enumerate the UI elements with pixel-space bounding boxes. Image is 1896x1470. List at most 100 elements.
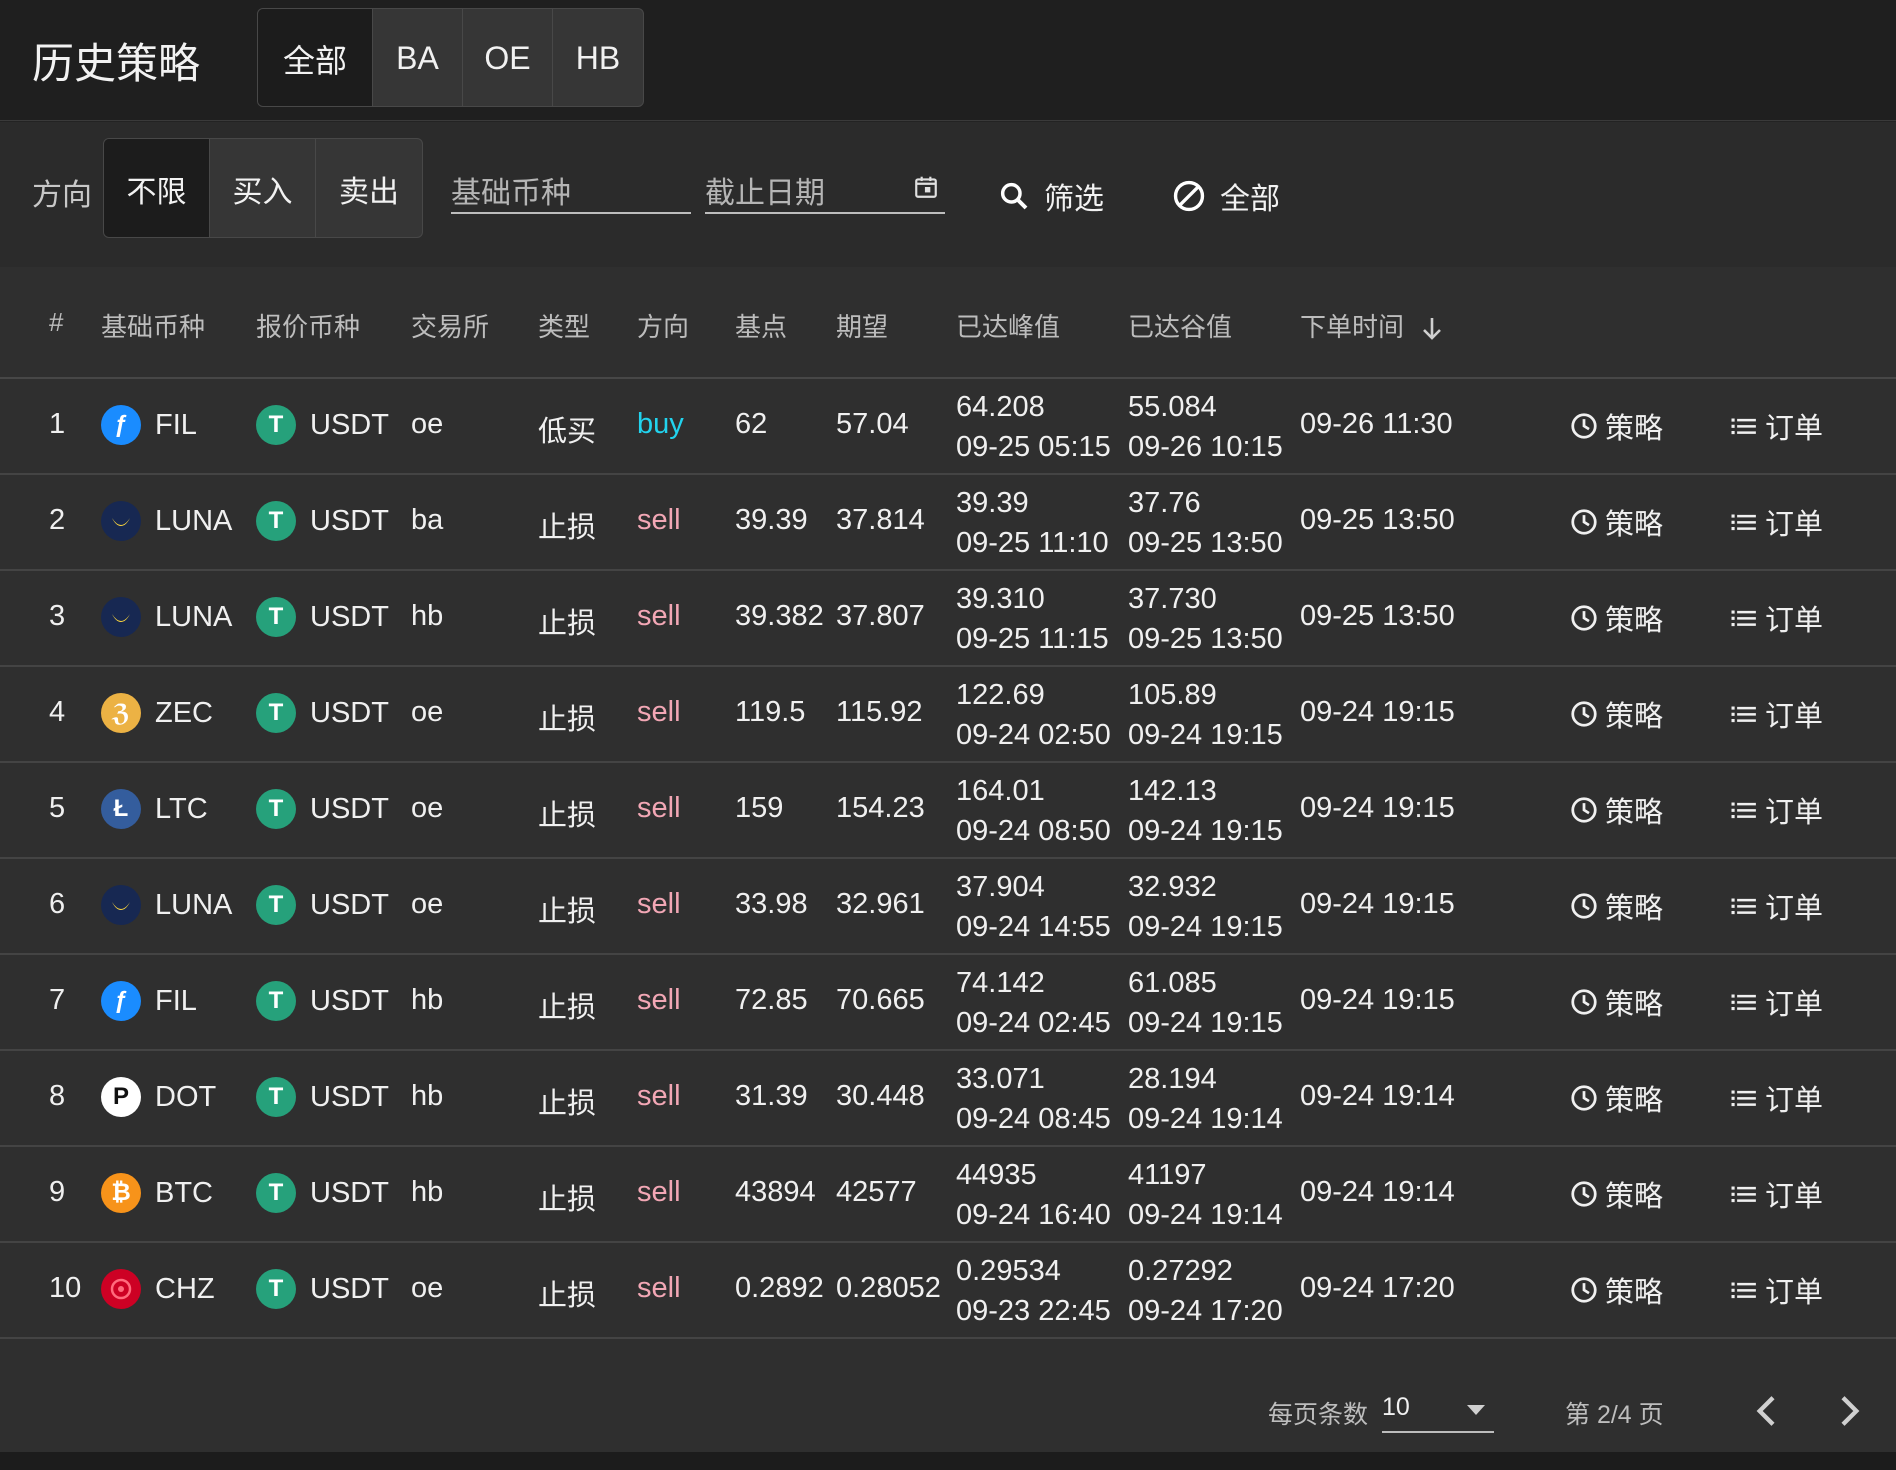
order-link[interactable]: 订单 xyxy=(1729,981,1823,1023)
tab-exchange-ba[interactable]: BA xyxy=(373,9,463,106)
page-info: 第 2/4 页 xyxy=(1565,1401,1664,1429)
tab-exchange-hb[interactable]: HB xyxy=(553,9,643,106)
base-point-cell: 0.2892 xyxy=(735,1272,824,1304)
page-size-select[interactable]: 10 xyxy=(1382,1393,1494,1433)
strategy-link[interactable]: 策略 xyxy=(1569,1269,1663,1311)
deadline-placeholder: 截止日期 xyxy=(705,177,825,210)
clear-filter-button[interactable]: 全部 xyxy=(1172,174,1280,218)
page-size-label: 每页条数 xyxy=(1268,1401,1369,1429)
order-link[interactable]: 订单 xyxy=(1729,405,1823,447)
quote-coin-cell: T USDT xyxy=(256,885,389,925)
tether-icon: T xyxy=(256,1269,296,1309)
list-icon xyxy=(1731,994,1756,1011)
trough-cell: 105.89 09-24 19:15 xyxy=(1128,675,1283,755)
order-link[interactable]: 订单 xyxy=(1729,1269,1823,1311)
trough-time: 09-26 10:15 xyxy=(1128,431,1283,463)
strategy-link[interactable]: 策略 xyxy=(1569,693,1663,735)
order-link[interactable]: 订单 xyxy=(1729,1077,1823,1119)
strategy-link[interactable]: 策略 xyxy=(1569,789,1663,831)
trough-cell: 28.194 09-24 19:14 xyxy=(1128,1059,1283,1139)
strategy-link[interactable]: 策略 xyxy=(1569,885,1663,927)
base-coin-name: DOT xyxy=(155,1080,217,1113)
direction-cell: sell xyxy=(637,1176,681,1208)
trough-value: 37.730 xyxy=(1128,583,1217,615)
base-coin-cell: LUNA xyxy=(101,885,232,925)
peak-time: 09-23 22:45 xyxy=(956,1295,1111,1327)
block-icon xyxy=(1173,180,1205,212)
expected-cell: 30.448 xyxy=(836,1080,925,1112)
quote-coin-name: USDT xyxy=(310,792,389,825)
tab-exchange-all[interactable]: 全部 xyxy=(258,9,373,106)
tether-icon: T xyxy=(256,501,296,541)
quote-coin-cell: T USDT xyxy=(256,501,389,541)
strategy-link[interactable]: 策略 xyxy=(1569,501,1663,543)
peak-cell: 0.29534 09-23 22:45 xyxy=(956,1251,1111,1331)
trough-cell: 61.085 09-24 19:15 xyxy=(1128,963,1283,1043)
filter-bar: 方向 不限 买入 卖出 基础币种 截止日期 筛选 全部 xyxy=(0,122,1896,267)
top-bar: 历史策略 全部 BA OE HB xyxy=(0,0,1896,121)
strategy-link[interactable]: 策略 xyxy=(1569,405,1663,447)
zcash-icon: ℨ xyxy=(101,693,141,733)
table-row: 8 P DOT T USDT hb 止损 sell 31.39 30.448 33.071 09-24… xyxy=(0,1051,1896,1147)
strategy-link[interactable]: 策略 xyxy=(1569,597,1663,639)
direction-cell: buy xyxy=(637,408,684,440)
exchange-cell: oe xyxy=(411,792,444,824)
terra-luna-icon xyxy=(101,597,141,637)
direction-cell: sell xyxy=(637,696,681,728)
tab-direction-sell[interactable]: 卖出 xyxy=(316,139,422,237)
tether-icon: T xyxy=(256,1173,296,1213)
order-link[interactable]: 订单 xyxy=(1729,789,1823,831)
quote-coin-cell: T USDT xyxy=(256,981,389,1021)
peak-time: 09-24 02:45 xyxy=(956,1007,1111,1039)
tab-direction-any[interactable]: 不限 xyxy=(104,139,210,237)
col-trough: 已达谷值 xyxy=(1128,312,1233,342)
trough-value: 41197 xyxy=(1128,1159,1207,1191)
strategy-link[interactable]: 策略 xyxy=(1569,981,1663,1023)
list-icon xyxy=(1731,514,1756,531)
peak-cell: 44935 09-24 16:40 xyxy=(956,1155,1111,1235)
type-cell: 止损 xyxy=(538,992,597,1024)
table-row: 9 ₿ BTC T USDT hb 止损 sell 43894 42577 44935 09-24 1… xyxy=(0,1147,1896,1243)
strategy-link[interactable]: 策略 xyxy=(1569,1077,1663,1119)
order-link[interactable]: 订单 xyxy=(1729,693,1823,735)
peak-value: 39.39 xyxy=(956,487,1029,519)
col-index: # xyxy=(49,307,64,337)
calendar-icon[interactable] xyxy=(913,174,939,200)
base-coin-input[interactable]: 基础币种 xyxy=(451,168,691,214)
base-point-cell: 33.98 xyxy=(735,888,808,920)
base-coin-cell: ℨ ZEC xyxy=(101,693,213,733)
col-order-time[interactable]: 下单时间 xyxy=(1300,307,1443,344)
arrow-down-icon[interactable] xyxy=(1421,316,1443,342)
peak-value: 164.01 xyxy=(956,775,1045,807)
peak-value: 39.310 xyxy=(956,583,1045,615)
base-coin-cell: ƒ FIL xyxy=(101,405,197,445)
quote-coin-cell: T USDT xyxy=(256,1173,389,1213)
base-coin-placeholder: 基础币种 xyxy=(451,177,571,210)
peak-time: 09-25 05:15 xyxy=(956,431,1111,463)
filter-button[interactable]: 筛选 xyxy=(998,174,1104,218)
trough-value: 142.13 xyxy=(1128,775,1217,807)
direction-cell: sell xyxy=(637,792,681,824)
strategy-table: # 基础币种 报价币种 交易所 类型 方向 基点 期望 已达峰值 已达谷值 下单… xyxy=(0,267,1896,1452)
order-link[interactable]: 订单 xyxy=(1729,501,1823,543)
quote-coin-name: USDT xyxy=(310,984,389,1017)
order-link[interactable]: 订单 xyxy=(1729,597,1823,639)
order-link[interactable]: 订单 xyxy=(1729,885,1823,927)
tab-direction-buy[interactable]: 买入 xyxy=(210,139,316,237)
col-direction: 方向 xyxy=(637,312,690,342)
tab-exchange-oe[interactable]: OE xyxy=(463,9,553,106)
expected-cell: 32.961 xyxy=(836,888,925,920)
tether-icon-glyph: T xyxy=(268,1179,284,1206)
strategy-link-label: 策略 xyxy=(1605,1085,1664,1117)
order-link-label: 订单 xyxy=(1765,413,1824,445)
strategy-link[interactable]: 策略 xyxy=(1569,1173,1663,1215)
order-time-cell: 09-24 19:15 xyxy=(1300,984,1455,1016)
list-icon xyxy=(1731,802,1756,819)
base-coin-cell: LUNA xyxy=(101,501,232,541)
next-page-icon[interactable] xyxy=(1828,1391,1868,1431)
peak-time: 09-24 08:45 xyxy=(956,1103,1111,1135)
deadline-date-input[interactable]: 截止日期 xyxy=(705,168,945,214)
prev-page-icon[interactable] xyxy=(1748,1391,1788,1431)
exchange-cell: oe xyxy=(411,888,444,920)
order-link[interactable]: 订单 xyxy=(1729,1173,1823,1215)
